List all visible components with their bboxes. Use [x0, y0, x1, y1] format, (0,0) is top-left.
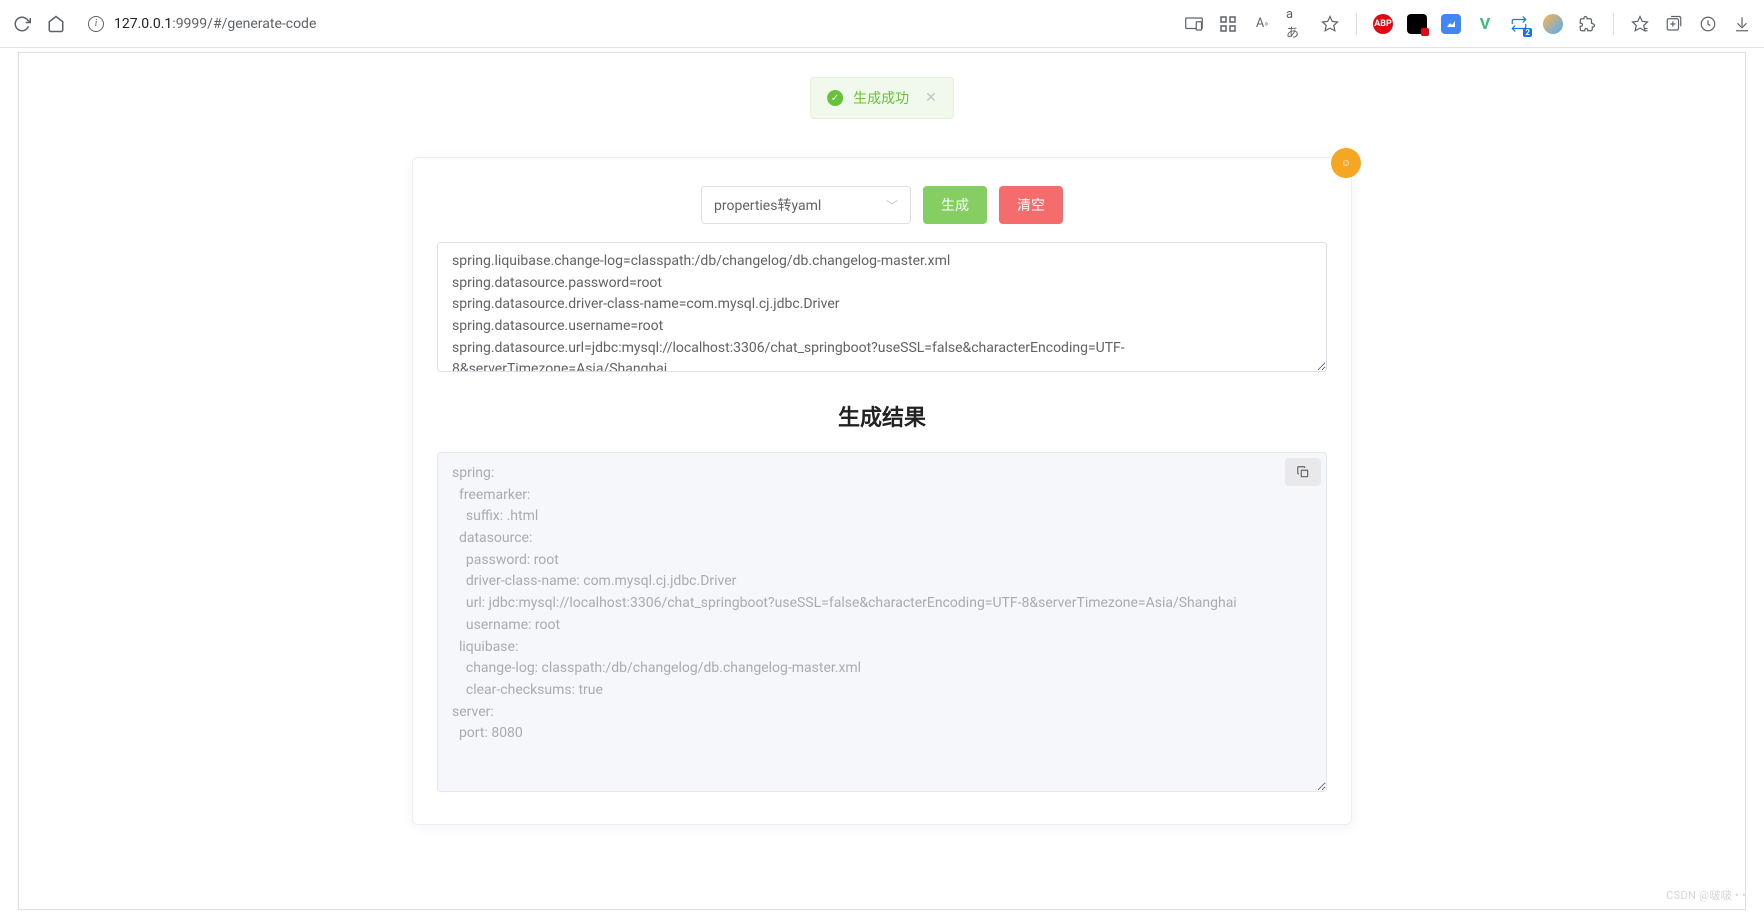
main-card: ☺ properties转yaml ﹀ 生成 清空 生成结果 spring: f…	[412, 157, 1352, 825]
abp-extension-icon[interactable]: ABP	[1373, 14, 1393, 34]
translate-text-icon[interactable]: aあ	[1286, 14, 1306, 34]
address-bar[interactable]: i 127.0.0.1:9999/#/generate-code	[88, 16, 1170, 32]
conversion-type-select[interactable]: properties转yaml ﹀	[701, 186, 911, 224]
qr-icon[interactable]	[1218, 14, 1238, 34]
gallery-extension-icon[interactable]	[1441, 14, 1461, 34]
avatar-badge[interactable]: ☺	[1331, 148, 1361, 178]
notification-extension-icon[interactable]	[1407, 14, 1427, 34]
toast-close-icon[interactable]: ✕	[925, 90, 937, 106]
font-size-icon[interactable]: A»	[1252, 14, 1272, 34]
page-frame: ✓ 生成成功 ✕ ☺ properties转yaml ﹀ 生成 清空 生成结果 …	[18, 52, 1746, 910]
wave-extension-icon[interactable]	[1543, 14, 1563, 34]
success-check-icon: ✓	[827, 90, 843, 106]
responsive-icon[interactable]	[1184, 14, 1204, 34]
favorites-star-icon[interactable]	[1630, 14, 1650, 34]
success-toast: ✓ 生成成功 ✕	[810, 77, 954, 119]
generate-button[interactable]: 生成	[923, 186, 987, 224]
url-display: 127.0.0.1:9999/#/generate-code	[114, 16, 316, 32]
source-input[interactable]	[437, 242, 1327, 372]
favorite-icon[interactable]	[1320, 14, 1340, 34]
chevron-down-icon: ﹀	[886, 197, 898, 214]
result-output[interactable]: spring: freemarker: suffix: .html dataso…	[437, 452, 1327, 792]
controls-row: properties转yaml ﹀ 生成 清空	[437, 158, 1327, 242]
translate-extension-icon[interactable]: 2	[1509, 14, 1529, 34]
clear-button[interactable]: 清空	[999, 186, 1063, 224]
toast-text: 生成成功	[853, 88, 909, 108]
result-title: 生成结果	[437, 400, 1327, 432]
copy-button[interactable]	[1285, 458, 1321, 486]
site-info-icon[interactable]: i	[88, 16, 104, 32]
watermark: CSDN @啵啵 • •	[1666, 887, 1746, 903]
collections-icon[interactable]	[1664, 14, 1684, 34]
history-icon[interactable]	[1698, 14, 1718, 34]
select-value: properties转yaml	[714, 195, 821, 215]
browser-toolbar: i 127.0.0.1:9999/#/generate-code A» aあ A…	[0, 0, 1764, 48]
toolbar-right: A» aあ ABP V 2	[1184, 13, 1752, 35]
vue-extension-icon[interactable]: V	[1475, 14, 1495, 34]
home-icon[interactable]	[46, 14, 66, 34]
download-icon[interactable]	[1732, 14, 1752, 34]
copy-icon	[1296, 465, 1310, 479]
refresh-icon[interactable]	[12, 14, 32, 34]
extensions-puzzle-icon[interactable]	[1577, 14, 1597, 34]
